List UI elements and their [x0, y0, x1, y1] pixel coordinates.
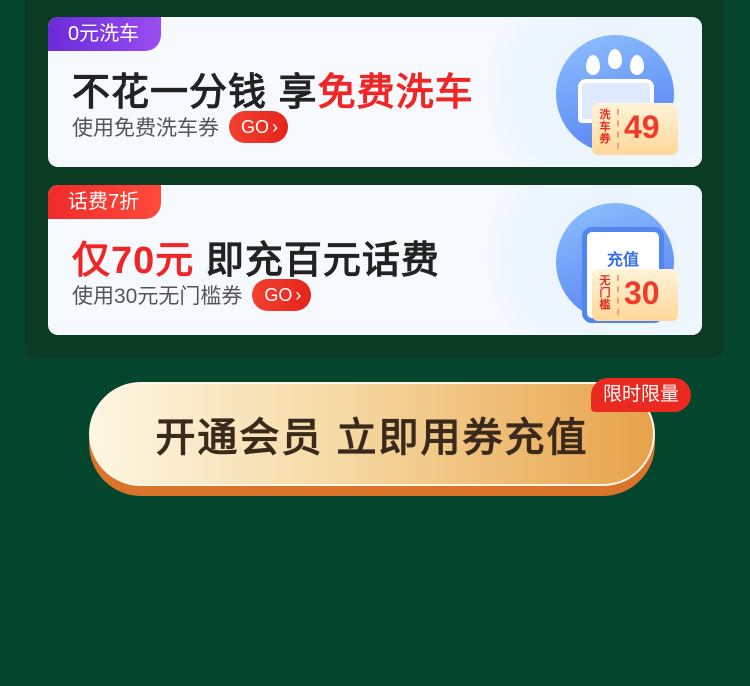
offer-subtitle: 使用30元无门槛券 GO › — [72, 279, 312, 311]
headline-text: 即充百元话费 — [194, 240, 440, 282]
offer-headline: 不花一分钱 享免费洗车 — [72, 61, 474, 116]
car-wash-offer-card[interactable]: 0元洗车 不花一分钱 享免费洗车 使用免费洗车券 GO › 洗车券 49 — [48, 17, 702, 167]
car-wash-coupon: 洗车券 49 — [592, 103, 678, 155]
coupon-value: 49 — [624, 109, 660, 145]
phone-credit-coupon: 无门槛 30 — [592, 269, 678, 321]
headline-highlight: 免费洗车 — [317, 72, 474, 114]
coupon-divider — [617, 275, 619, 315]
offer-tag: 0元洗车 — [48, 17, 162, 51]
coupon-value: 30 — [624, 275, 660, 311]
coupon-label: 无门槛 — [599, 275, 611, 311]
go-button[interactable]: GO › — [252, 279, 312, 311]
go-label: GO — [241, 117, 270, 137]
headline-text: 不花一分钱 享 — [72, 72, 318, 114]
phone-label: 充值 — [606, 252, 639, 269]
chevron-right-icon: › — [272, 117, 279, 137]
coupon-label: 洗车券 — [599, 109, 611, 145]
activate-membership-button[interactable]: 开通会员 立即用券充值 — [89, 382, 655, 486]
phone-credit-offer-card[interactable]: 话费7折 仅70元 即充百元话费 使用30元无门槛券 GO › 充值 无门槛 3… — [48, 185, 702, 335]
coupon-divider — [617, 109, 619, 149]
offer-headline: 仅70元 即充百元话费 — [72, 229, 440, 284]
offer-tag: 话费7折 — [48, 185, 162, 219]
offer-subtitle: 使用免费洗车券 GO › — [72, 111, 289, 143]
go-label: GO — [264, 285, 293, 305]
headline-highlight: 仅70元 — [72, 240, 195, 282]
go-button[interactable]: GO › — [229, 111, 289, 143]
limited-badge: 限时限量 — [591, 378, 692, 412]
subtitle-text: 使用免费洗车券 — [72, 117, 219, 140]
chevron-right-icon: › — [295, 285, 302, 305]
subtitle-text: 使用30元无门槛券 — [72, 285, 243, 308]
